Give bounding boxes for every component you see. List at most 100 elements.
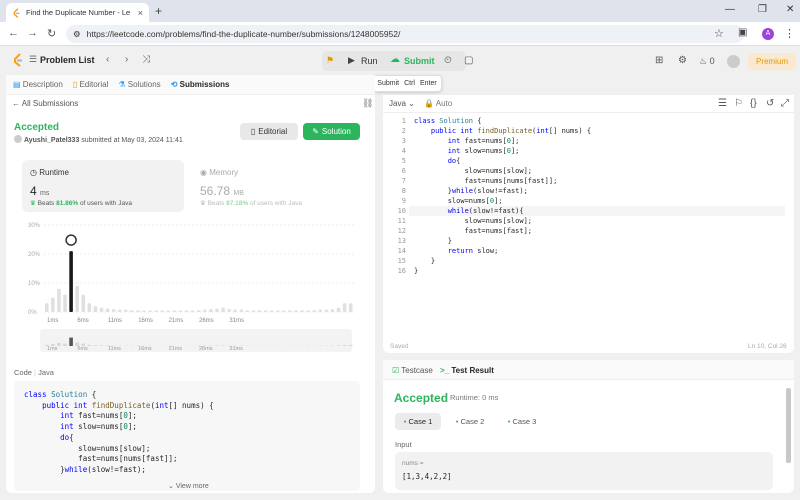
submit-button[interactable]: Submit: [404, 56, 435, 66]
prev-problem-icon[interactable]: ‹: [106, 54, 109, 65]
memory-label-text: Memory: [209, 168, 239, 177]
view-more-button[interactable]: ⌄ View more: [168, 482, 209, 490]
expand-icon[interactable]: ⤢: [781, 98, 789, 109]
back-icon[interactable]: ←: [8, 27, 19, 39]
maximize-icon[interactable]: ❐: [758, 4, 767, 15]
memory-unit: MB: [233, 190, 244, 197]
problem-list-link[interactable]: Problem List: [40, 55, 95, 65]
case-1-tab[interactable]: • Case 1: [395, 413, 441, 430]
chart-bar: [184, 310, 189, 312]
solution-button[interactable]: ✎ Solution: [303, 123, 360, 140]
cursor-position: Ln 10, Col 26: [748, 343, 787, 350]
memory-beats-pre: Beats: [207, 200, 225, 207]
tab-submissions[interactable]: ⟲ Submissions: [171, 80, 230, 89]
premium-button[interactable]: Premium: [748, 53, 796, 70]
runtime-unit: ms: [40, 190, 50, 197]
result-scrollbar[interactable]: [786, 388, 791, 463]
language-select[interactable]: Java ⌄: [389, 99, 415, 108]
run-button[interactable]: Run: [361, 56, 378, 66]
runtime-label: ◷ Runtime: [30, 168, 69, 177]
bookmark-icon[interactable]: ⚐: [734, 98, 743, 109]
lock-icon: 🔒: [424, 99, 434, 108]
preview-code-line: class Solution {: [24, 390, 97, 399]
code-line: }: [414, 257, 436, 265]
link-icon[interactable]: ⛓: [362, 98, 373, 109]
extensions-icon[interactable]: ▣: [738, 27, 747, 38]
case-3-label: Case 3: [512, 417, 537, 426]
beats-icon-memory: ♛: [200, 200, 206, 207]
memory-beats: ♛ Beats 87.18% of users with Java: [200, 199, 302, 207]
input-label: Input: [395, 440, 412, 449]
chart-bar: [306, 310, 310, 312]
browser-tab[interactable]: Find the Duplicate Number - Le ×: [6, 3, 149, 22]
reload-icon[interactable]: ↻: [47, 27, 56, 40]
author-name[interactable]: Ayushi_Patel333: [24, 137, 79, 144]
submitted-time: submitted at May 03, 2024 11:41: [81, 137, 183, 144]
tab-editorial-label: Editorial: [79, 80, 109, 89]
editorial-button[interactable]: ▯ Editorial: [240, 123, 298, 140]
browser-menu-icon[interactable]: ⋮: [784, 27, 795, 40]
line-number: 15: [397, 257, 406, 265]
editorial-btn-label: Editorial: [258, 127, 288, 136]
chart-bar: [233, 309, 238, 312]
selected-bar-marker: [65, 234, 77, 246]
tab-testcase[interactable]: ☑ Testcase: [392, 366, 433, 375]
minimize-icon[interactable]: —: [725, 4, 735, 15]
leetcode-logo-icon[interactable]: [12, 53, 24, 67]
code-line: fast=nums[nums[fast]];: [414, 177, 558, 185]
all-submissions-link[interactable]: ← All Submissions: [12, 99, 78, 108]
chart-bar: [294, 310, 298, 312]
overview-tick-label: 31ms: [229, 346, 243, 352]
tab-description[interactable]: ▤ Description: [13, 80, 63, 89]
settings-icon[interactable]: ⚙: [678, 55, 687, 66]
chart-bar: [300, 310, 304, 312]
case-2-label: Case 2: [460, 417, 485, 426]
braces-icon[interactable]: {}: [750, 98, 757, 109]
case-3-tab[interactable]: • Case 3: [499, 413, 545, 430]
url-bar[interactable]: ⚙ https://leetcode.com/problems/find-the…: [66, 25, 744, 43]
terminal-icon: >_: [440, 366, 450, 375]
layout-icon[interactable]: ⊞: [655, 55, 663, 66]
code-line: int slow=nums[0];: [447, 147, 520, 155]
timer-icon[interactable]: ⏲: [444, 55, 452, 66]
user-avatar[interactable]: [727, 55, 740, 68]
runtime-beats-pct: 81.86%: [56, 200, 79, 207]
overview-bar: [221, 345, 225, 346]
note-icon[interactable]: ▢: [464, 55, 473, 66]
new-tab-icon[interactable]: +: [155, 4, 162, 18]
chart-bar: [93, 306, 98, 312]
runtime-distribution-chart[interactable]: 30% 20% 10% 0% 1ms 6ms 11ms 16ms 21ms 26ms 31ms 1ms…: [22, 215, 357, 353]
close-window-icon[interactable]: ✕: [786, 4, 794, 15]
line-number: 2: [401, 127, 406, 135]
forward-icon[interactable]: →: [27, 27, 38, 39]
x-tick-label: 6ms: [77, 318, 88, 324]
code-line: public int findDuplicate(int[] nums) {: [430, 127, 592, 135]
y-tick-label: 20%: [28, 252, 41, 258]
chart-bar: [203, 309, 207, 312]
tab-solutions-label: Solutions: [127, 80, 161, 89]
auto-mode[interactable]: 🔒 Auto: [424, 99, 452, 108]
chart-bar: [111, 309, 116, 312]
chart-bar: [136, 310, 140, 312]
site-info-icon[interactable]: ⚙: [73, 29, 81, 40]
runtime-value: 4 ms: [30, 184, 49, 198]
left-panel-tabs: ▤ Description ▯ Editorial ⚗ Solutions ⟲ …: [6, 75, 375, 95]
tab-editorial[interactable]: ▯ Editorial: [73, 80, 109, 89]
close-tab-icon[interactable]: ×: [138, 8, 143, 18]
tab-solutions[interactable]: ⚗ Solutions: [118, 80, 160, 89]
next-problem-icon[interactable]: ›: [125, 54, 128, 65]
case-2-tab[interactable]: • Case 2: [447, 413, 493, 430]
format-icon[interactable]: ☰: [718, 98, 727, 109]
tab-test-result[interactable]: >_ Test Result: [440, 366, 494, 375]
chart-bar: [312, 310, 317, 312]
debug-icon[interactable]: ⚑: [326, 55, 334, 66]
code-label: Code: [14, 368, 32, 377]
bookmark-star-icon[interactable]: ☆: [714, 27, 724, 40]
reset-icon[interactable]: ↺: [766, 98, 774, 109]
shuffle-icon[interactable]: ⤨: [142, 54, 150, 65]
streak-counter[interactable]: ♨ 0: [699, 56, 715, 67]
chart-bar: [154, 310, 158, 312]
memory-label[interactable]: ◉ Memory: [200, 168, 238, 177]
profile-avatar[interactable]: A: [762, 28, 774, 40]
chart-bar: [251, 310, 256, 312]
